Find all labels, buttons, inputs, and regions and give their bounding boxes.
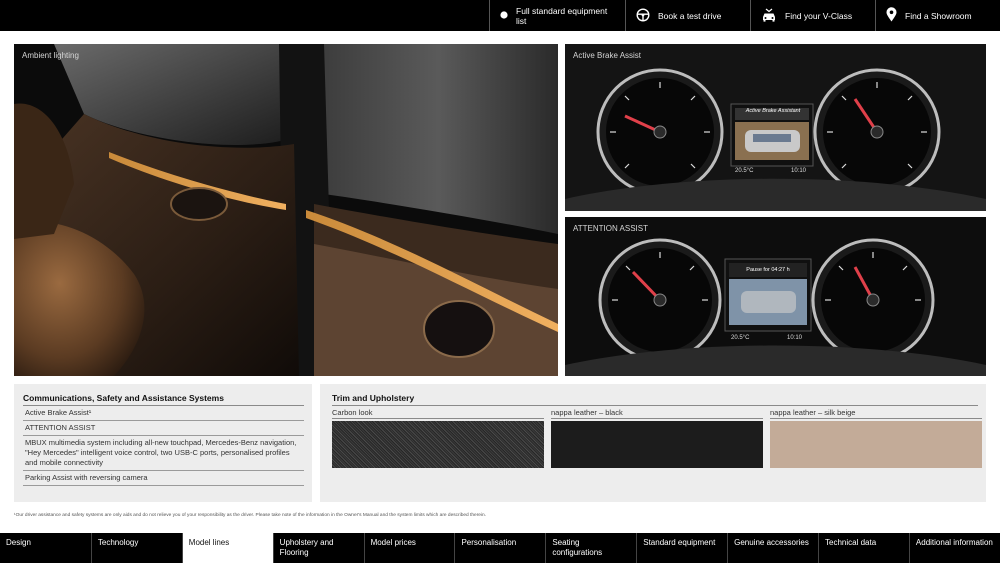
nav-technical-data[interactable]: Technical data: [818, 533, 909, 563]
car-icon: [761, 8, 777, 24]
nav-standard-equipment[interactable]: Standard equipment: [636, 533, 727, 563]
find-showroom-link[interactable]: Find a Showroom: [875, 0, 1000, 31]
brake-temperature: 20.5°C: [735, 168, 754, 174]
test-drive-link[interactable]: Book a test drive: [625, 0, 750, 31]
trim-title: Trim and Upholstery: [332, 393, 978, 406]
ambient-lighting-image: Ambient lighting: [14, 44, 558, 376]
bottom-nav: Design Technology Model lines Upholstery…: [0, 533, 1000, 563]
trim-option-label: nappa leather – black: [551, 406, 763, 419]
attention-screen-message: Pause for 04:27 h: [746, 267, 790, 273]
communications-title: Communications, Safety and Assistance Sy…: [23, 393, 304, 406]
brake-clock: 10:10: [791, 168, 807, 174]
trim-option-label: Carbon look: [332, 406, 544, 419]
ambient-lighting-photo: [14, 44, 558, 376]
standard-equipment-link[interactable]: Full standard equipment list: [489, 0, 625, 31]
instrument-cluster-brake: [565, 44, 986, 211]
attention-assist-caption: ATTENTION ASSIST: [573, 224, 648, 233]
circle-icon: [500, 10, 508, 21]
standard-equipment-label: Full standard equipment list: [516, 5, 608, 26]
find-vclass-link[interactable]: Find your V-Class: [750, 0, 875, 31]
test-drive-label: Book a test drive: [658, 10, 722, 21]
communications-box: Communications, Safety and Assistance Sy…: [14, 384, 312, 502]
nav-upholstery-flooring[interactable]: Upholstery and Flooring: [272, 533, 364, 563]
top-links: Full standard equipment list Book a test…: [489, 0, 1000, 31]
active-brake-assist-image: Active Brake Assist Active Brake Assista…: [565, 44, 986, 211]
footnote: ¹Our driver assistance and safety system…: [14, 513, 487, 518]
trim-option-label: nappa leather – silk beige: [770, 406, 982, 419]
steering-wheel-icon: [636, 7, 650, 24]
list-item: Parking Assist with reversing camera: [23, 471, 304, 486]
nav-model-lines[interactable]: Model lines: [181, 533, 273, 563]
list-item: ATTENTION ASSIST: [23, 421, 304, 436]
attention-assist-image: ATTENTION ASSIST Pause for 04:27 h 20.5°…: [565, 217, 986, 376]
nav-design[interactable]: Design: [0, 533, 91, 563]
carbon-swatch: [332, 421, 544, 468]
attention-clock: 10:10: [787, 335, 803, 341]
nav-model-prices[interactable]: Model prices: [363, 533, 455, 563]
nav-additional-information[interactable]: Additional information: [908, 533, 1000, 563]
ambient-lighting-caption: Ambient lighting: [22, 51, 79, 60]
instrument-cluster-attention: [565, 217, 986, 376]
nav-personalisation[interactable]: Personalisation: [454, 533, 545, 563]
trim-option-silk-beige: nappa leather – silk beige: [770, 406, 982, 468]
list-item: MBUX multimedia system including all-new…: [23, 436, 304, 471]
trim-option-carbon: Carbon look: [332, 406, 544, 468]
brake-screen-message: Active Brake Assistant: [745, 108, 801, 114]
nav-technology[interactable]: Technology: [90, 533, 182, 563]
top-bar: Full standard equipment list Book a test…: [0, 0, 1000, 31]
nav-seating-configurations[interactable]: Seating configurations: [545, 533, 636, 563]
find-showroom-label: Find a Showroom: [905, 10, 972, 21]
attention-temperature: 20.5°C: [731, 335, 750, 341]
silk-beige-swatch: [770, 421, 982, 468]
list-item: Active Brake Assist¹: [23, 406, 304, 421]
location-pin-icon: [886, 7, 897, 24]
find-vclass-label: Find your V-Class: [785, 10, 853, 21]
nav-genuine-accessories[interactable]: Genuine accessories: [727, 533, 818, 563]
black-leather-swatch: [551, 421, 763, 468]
active-brake-assist-caption: Active Brake Assist: [573, 51, 642, 60]
trim-options: Carbon look nappa leather – black nappa …: [332, 406, 982, 468]
trim-option-black-leather: nappa leather – black: [551, 406, 763, 468]
trim-upholstery-box: Trim and Upholstery Carbon look nappa le…: [320, 384, 986, 502]
communications-list: Active Brake Assist¹ ATTENTION ASSIST MB…: [23, 406, 304, 486]
